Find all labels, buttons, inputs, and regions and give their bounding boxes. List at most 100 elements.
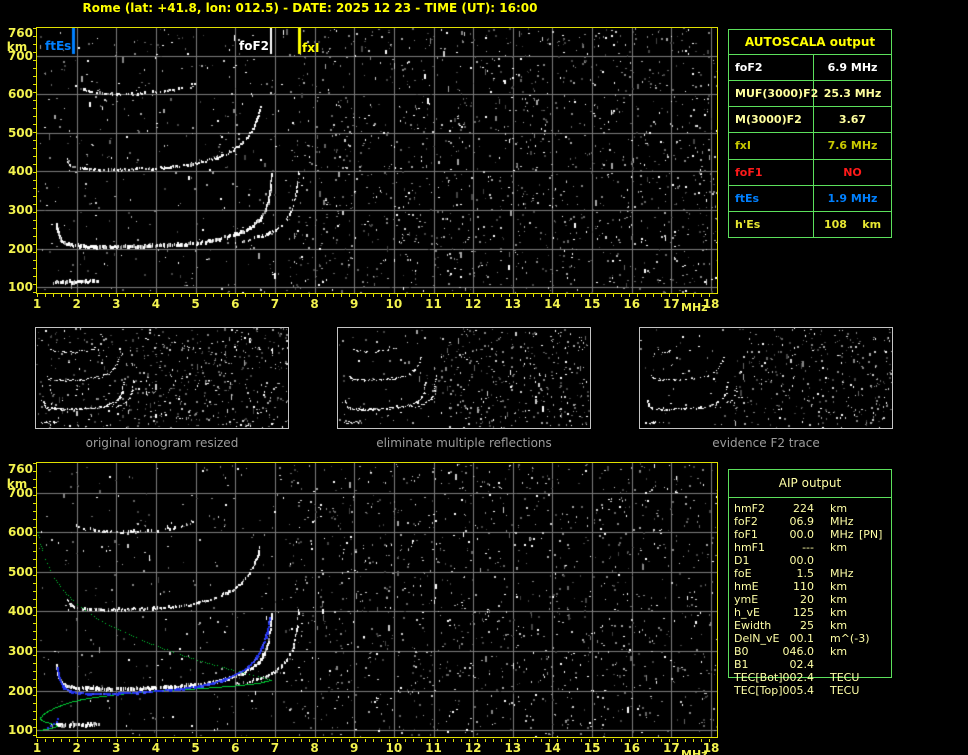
scaled-ionogram-canvas <box>36 27 718 294</box>
x-tick-label: 8 <box>310 297 319 311</box>
parameter-label: foF1 <box>729 159 814 185</box>
parameter-value: 25 <box>800 619 814 632</box>
x-tick-label: 17 <box>663 297 680 311</box>
y-tick-label: 700 <box>7 48 33 63</box>
autoscala-table-row: h'Es 108 km <box>729 210 891 237</box>
parameter-value: 1.5 <box>796 567 815 580</box>
aip-table-row: B1 02.4 <box>728 658 904 671</box>
autoscala-table-row: fxI 7.6 MHz <box>729 132 891 159</box>
x-tick-label: 4 <box>151 297 161 311</box>
x-tick-label: 12 <box>464 297 482 311</box>
x-tick-label: 10 <box>385 741 403 755</box>
aip-table-row: DelN_vE 00.1 m^(-3) <box>728 632 904 645</box>
x-tick-label: 1 <box>32 297 42 311</box>
marker-label-ftes: ftEs <box>45 39 72 53</box>
parameter-value: 25.3 MHz <box>823 87 882 101</box>
x-tick-label: 15 <box>583 741 601 755</box>
x-tick-label: 18 <box>702 741 720 755</box>
x-tick-label: 13 <box>504 741 522 755</box>
aip-table-title: AIP output <box>778 476 842 490</box>
parameter-label: D1 <box>734 554 750 567</box>
thumbnail-caption: original ionogram resized <box>85 436 239 450</box>
y-tick-label: 760 <box>7 25 33 40</box>
x-tick-label: 5 <box>191 741 200 755</box>
parameter-value: 06.9 <box>789 515 815 528</box>
parameter-unit: m^(-3) <box>830 632 870 645</box>
x-tick-label: 11 <box>425 741 442 755</box>
x-tick-label: 3 <box>112 297 121 311</box>
y-tick-label: 300 <box>7 644 33 659</box>
x-tick-label: 14 <box>544 741 561 755</box>
parameter-label: ftEs <box>729 185 814 211</box>
aip-table-row: foF1 00.0 MHz [PN] <box>728 528 904 541</box>
aip-table-row: D1 00.0 <box>728 554 904 567</box>
parameter-unit: km <box>830 502 848 515</box>
aip-table-row: B0 046.0 km <box>728 645 904 658</box>
y-tick-label: 100 <box>7 723 33 738</box>
y-tick-label: 600 <box>7 87 33 102</box>
parameter-value: 00.0 <box>789 528 815 541</box>
parameter-label: B1 <box>734 658 749 671</box>
aip-table-row: Ewidth 25 km <box>728 619 904 632</box>
x-tick-label: 13 <box>504 297 522 311</box>
parameter-unit: km <box>830 606 848 619</box>
y-tick-label: 600 <box>7 525 33 540</box>
parameter-label: hmE <box>734 580 759 593</box>
x-tick-label: 7 <box>270 741 280 755</box>
y-tick-label: 500 <box>7 125 33 140</box>
y-tick-label: 100 <box>7 280 33 295</box>
y-minor-ticks <box>33 28 36 293</box>
parameter-value: 00.1 <box>789 632 815 645</box>
aip-table-divider <box>729 497 891 498</box>
autoscala-table-row: foF1 NO <box>729 158 891 185</box>
x-tick-label: 9 <box>350 297 359 311</box>
aip-table-row: foF2 06.9 MHz <box>728 515 904 528</box>
autoscala-output-table: AUTOSCALA output foF2 6.9 MHz MUF(3000)F2 2… <box>728 29 892 238</box>
parameter-label: foF2 <box>729 55 814 81</box>
y-tick-label: 400 <box>7 164 33 179</box>
parameter-value: 3.67 <box>838 113 867 127</box>
aip-table-row: hmF2 224 km <box>728 502 904 515</box>
thumbnail-eliminate-reflections <box>337 327 591 429</box>
parameter-value: 02.4 <box>789 658 815 671</box>
parameter-label: hmF1 <box>734 541 766 554</box>
parameter-value: 1.9 MHz <box>827 191 878 205</box>
parameter-unit: km <box>830 619 848 632</box>
parameter-label: h_vE <box>734 606 760 619</box>
autoscala-table-title: AUTOSCALA output <box>744 35 876 49</box>
parameter-label: hmF2 <box>734 502 766 515</box>
parameter-unit: km <box>830 580 848 593</box>
parameter-value: 005.4 <box>782 684 815 697</box>
parameter-label: foF1 <box>734 528 758 541</box>
x-tick-label: 2 <box>72 741 81 755</box>
parameter-value: 110 <box>793 580 814 593</box>
page-title: Rome (lat: +41.8, lon: 012.5) - DATE: 20… <box>82 1 538 15</box>
x-tick-label: 2 <box>72 297 81 311</box>
thumbnail-evidence-f2-trace <box>639 327 893 429</box>
parameter-value: 7.6 MHz <box>827 139 878 153</box>
autoscala-table-row: ftEs 1.9 MHz <box>729 184 891 211</box>
x-tick-label: 16 <box>623 297 641 311</box>
y-tick-label: 760 <box>7 461 33 476</box>
y-tick-label: 200 <box>7 241 33 256</box>
x-tick-label: 9 <box>350 741 359 755</box>
y-tick-label: 300 <box>7 203 33 218</box>
marker-label-fxi: fxI <box>302 41 320 55</box>
y-tick-label: 700 <box>7 485 33 500</box>
x-tick-label: 17 <box>663 741 680 755</box>
parameter-value: 108 km <box>823 217 882 231</box>
parameter-value: 002.4 <box>782 671 815 684</box>
parameter-label: fxI <box>729 133 814 159</box>
parameter-value: 20 <box>800 593 814 606</box>
x-tick-label: 14 <box>544 297 561 311</box>
x-minor-ticks <box>37 739 717 742</box>
parameter-label: M(3000)F2 <box>729 107 814 133</box>
x-tick-label: 18 <box>702 297 720 311</box>
aip-table-row: h_vE 125 km <box>728 606 904 619</box>
parameter-value: 125 <box>793 606 814 619</box>
parameter-unit: MHz <box>830 567 854 580</box>
x-tick-label: 5 <box>191 297 200 311</box>
x-tick-label: 4 <box>151 741 161 755</box>
thumbnail-caption: eliminate multiple reflections <box>376 436 552 450</box>
autoscala-window: Rome (lat: +41.8, lon: 012.5) - DATE: 20… <box>0 0 968 755</box>
